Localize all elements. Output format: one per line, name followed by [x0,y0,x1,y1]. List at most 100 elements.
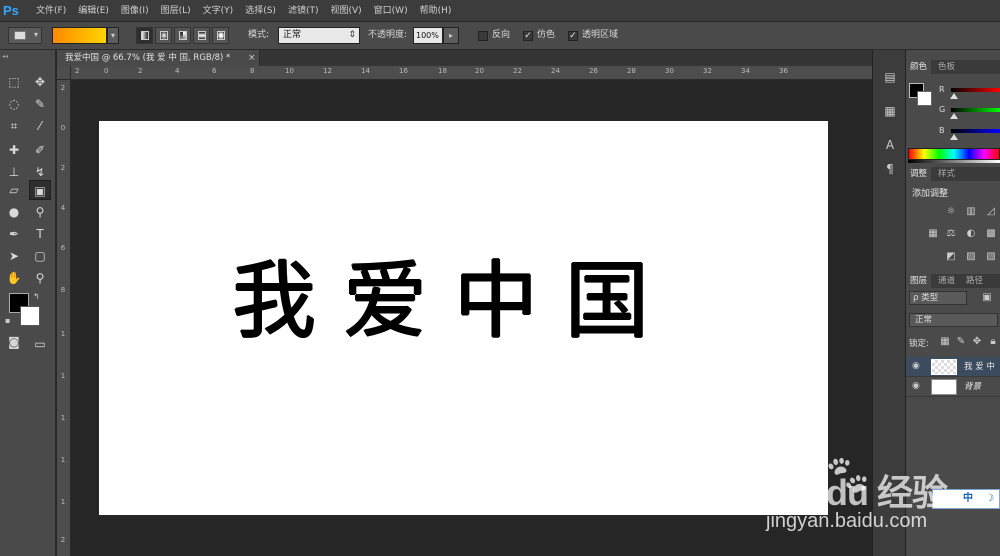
grayscale-ramp[interactable] [908,160,1000,163]
path-selection-tool-icon[interactable]: ➤ [3,246,25,266]
linear-gradient-button[interactable] [136,27,153,44]
diamond-gradient-button[interactable] [212,27,229,44]
tool-preset-picker[interactable]: ▾ [8,27,42,44]
angle-gradient-button[interactable] [174,27,191,44]
history-brush-tool-icon[interactable]: ↯ [29,162,51,182]
tab-color[interactable]: 颜色 [906,60,932,74]
menu-file[interactable]: 文件(F) [30,0,72,22]
zoom-tool-icon[interactable]: ⚲ [29,268,51,288]
brush-tool-icon[interactable]: ✐ [29,140,51,160]
vertical-ruler[interactable]: 2 0 2 4 6 8 1 1 1 1 1 2 [57,80,71,556]
ime-indicator[interactable]: 中 ☽ [932,489,1000,509]
invert-icon[interactable]: ◩ [944,250,958,264]
menu-filter[interactable]: 滤镜(T) [282,0,325,22]
crop-tool-icon[interactable]: ⌗ [3,116,25,136]
dither-checkbox[interactable]: ✓ [523,31,533,41]
menu-select[interactable]: 选择(S) [239,0,282,22]
menu-help[interactable]: 帮助(H) [414,0,458,22]
type-tool-icon[interactable]: T [29,224,51,244]
menu-view[interactable]: 视图(V) [324,0,367,22]
tab-swatches[interactable]: 色板 [934,60,959,74]
slider-thumb[interactable] [950,113,958,119]
gradient-tool-icon[interactable]: ▣ [29,180,51,200]
vibrance-icon[interactable]: ▦ [926,227,940,241]
color-panel-background[interactable] [917,91,932,106]
eyedropper-tool-icon[interactable]: ⁄ [29,116,51,136]
hand-tool-icon[interactable]: ✋ [3,268,25,288]
slider-thumb[interactable] [950,93,958,99]
close-icon[interactable]: × [248,50,256,66]
history-panel-icon[interactable]: ▤ [881,68,899,86]
radial-gradient-button[interactable] [155,27,172,44]
menu-image[interactable]: 图像(I) [115,0,155,22]
layer-kind-filter[interactable]: ρ 类型 [909,291,967,305]
menu-type[interactable]: 文字(Y) [197,0,240,22]
eraser-tool-icon[interactable]: ▱ [3,180,25,200]
lock-all-icon[interactable]: 🔒︎ [986,335,1000,349]
slider-thumb[interactable] [950,134,958,140]
move-tool-icon[interactable]: ✥ [29,72,51,92]
shape-tool-icon[interactable]: ▢ [29,246,51,266]
layer-blend-mode-select[interactable]: 正常 [909,313,998,327]
mode-select[interactable]: 正常 ⇕ [278,27,360,44]
visibility-eye-icon[interactable]: ◉ [912,361,920,371]
visibility-eye-icon[interactable]: ◉ [912,381,920,391]
tab-adjustments[interactable]: 调整 [906,167,932,181]
posterize-icon[interactable]: ▨ [964,250,978,264]
layer-row[interactable]: ◉ 我 爱 中 [906,357,1000,377]
swap-colors-icon[interactable]: ↰ [33,292,40,301]
channel-r-slider[interactable] [951,88,1000,92]
channel-g-slider[interactable] [951,108,1000,112]
panel-grip[interactable]: ◂◂ [2,53,52,60]
paragraph-panel-icon[interactable]: ¶ [881,160,899,178]
image-filter-icon[interactable]: ▣ [980,291,994,305]
default-colors-icon[interactable]: ▪ [5,316,10,325]
reflected-gradient-button[interactable] [193,27,210,44]
layer-row[interactable]: ◉ 背景 [906,377,1000,397]
dodge-tool-icon[interactable]: ⚲ [29,202,51,222]
horizontal-ruler[interactable]: 2 0 2 4 6 8 10 12 14 16 18 20 22 24 26 2… [71,66,872,80]
document-tab[interactable]: 我爱中国 @ 66.7% (我 爱 中 国, RGB/8) * × [57,50,260,66]
gradient-map-icon[interactable]: ▧ [984,250,998,264]
levels-icon[interactable]: ▥ [964,205,978,219]
ruler-origin[interactable] [57,66,71,80]
character-panel-icon[interactable]: A [881,136,899,154]
tab-styles[interactable]: 样式 [934,167,959,181]
clone-stamp-tool-icon[interactable]: ⊥ [3,162,25,182]
lock-pixels-icon[interactable]: ✎ [954,335,968,349]
gradient-picker-dropdown[interactable]: ▾ [107,27,119,44]
document-canvas[interactable]: 我爱中国 [99,121,828,515]
curves-icon[interactable]: ◿ [984,205,998,219]
properties-panel-icon[interactable]: ▦ [881,102,899,120]
reverse-checkbox[interactable] [478,31,488,41]
tab-channels[interactable]: 通道 [934,274,959,288]
channel-mixer-icon[interactable]: ▩ [984,227,998,241]
menu-layer[interactable]: 图层(L) [155,0,197,22]
background-color-swatch[interactable] [20,306,40,326]
menu-edit[interactable]: 编辑(E) [72,0,115,22]
transparency-checkbox[interactable]: ✓ [568,31,578,41]
color-spectrum-ramp[interactable] [908,148,1000,160]
color-balance-icon[interactable]: ⚖ [944,227,958,241]
marquee-tool-icon[interactable]: ⬚ [3,72,25,92]
lock-position-icon[interactable]: ✥ [970,335,984,349]
opacity-slider-button[interactable]: ▸ [443,27,459,44]
channel-b-slider[interactable] [951,129,1000,133]
opacity-input[interactable]: 100% [413,27,443,44]
lock-transparency-icon[interactable]: ▦ [938,335,952,349]
canvas-text-layer[interactable]: 我爱中国 [232,251,676,351]
brightness-icon[interactable]: ☼ [944,205,958,219]
tab-paths[interactable]: 路径 [962,274,987,288]
pen-tool-icon[interactable]: ✒ [3,224,25,244]
gradient-editor-swatch[interactable] [52,27,107,44]
healing-brush-tool-icon[interactable]: ✚ [3,140,25,160]
canvas-workspace[interactable]: 我爱中国 [71,80,872,556]
black-white-icon[interactable]: ◐ [964,227,978,241]
tab-layers[interactable]: 图层 [906,274,932,288]
quick-select-tool-icon[interactable]: ✎ [29,94,51,114]
blur-tool-icon[interactable]: ● [3,202,25,222]
screen-mode-icon[interactable]: ▭ [29,334,51,354]
menu-window[interactable]: 窗口(W) [368,0,414,22]
lasso-tool-icon[interactable]: ◌ [3,94,25,114]
quick-mask-icon[interactable]: ◙ [3,332,25,352]
